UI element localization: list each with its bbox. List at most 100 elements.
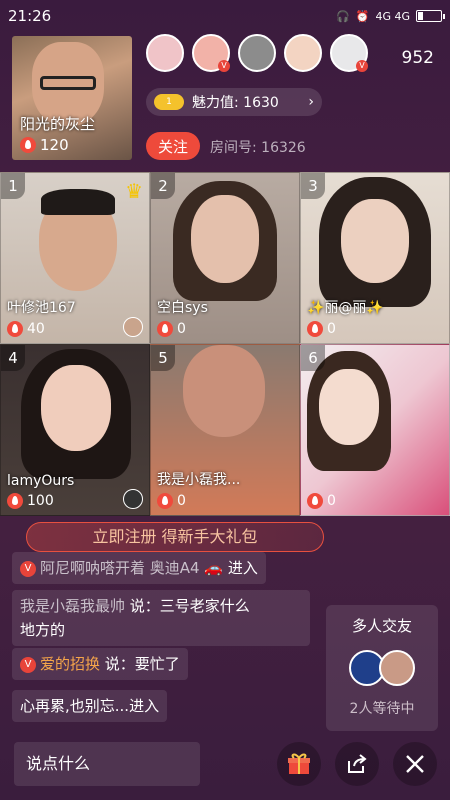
multi-friend-panel[interactable]: 多人交友 2人等待中 bbox=[326, 605, 438, 731]
chat-username[interactable]: 爱的招换 bbox=[40, 655, 100, 673]
guest-name: 叶修池167 bbox=[7, 300, 76, 316]
follow-button[interactable]: 关注 bbox=[146, 132, 200, 160]
fire-icon bbox=[307, 321, 323, 337]
guest-tile[interactable]: 5 我是小磊我... 0 bbox=[150, 344, 300, 516]
chat-message: 我是小磊我最帅 说：三号老家什么 地方的 bbox=[12, 590, 310, 646]
chat-username[interactable]: 我是小磊我最帅 bbox=[20, 597, 125, 615]
vip-badge-icon: V bbox=[356, 60, 368, 72]
waiting-avatars bbox=[326, 650, 438, 686]
fire-icon bbox=[20, 137, 36, 153]
guest-heat-value: 0 bbox=[177, 493, 186, 509]
viewer-avatar[interactable] bbox=[284, 34, 322, 72]
guest-heat: 0 bbox=[157, 493, 186, 509]
tile-number: 2 bbox=[151, 173, 175, 199]
host-heat: 120 bbox=[20, 136, 69, 154]
guest-name: 我是小磊我... bbox=[157, 472, 241, 488]
guest-tile[interactable]: 4 lamyOurs 100 bbox=[0, 344, 150, 516]
host-video-card[interactable]: 阳光的灰尘 120 bbox=[12, 36, 132, 160]
guest-mini-avatar[interactable] bbox=[123, 317, 143, 337]
fire-icon bbox=[157, 321, 173, 337]
fire-icon bbox=[7, 493, 23, 509]
chat-message: 心再累,也别忘...进入 bbox=[12, 690, 168, 722]
guest-video-grid: 1 ♛ 叶修池167 40 2 空白sys 0 3 ✨丽@丽✨ 0 4 lamy… bbox=[0, 172, 450, 516]
battery-icon bbox=[416, 10, 445, 22]
vip-badge-icon: V bbox=[218, 60, 230, 72]
guest-face-image bbox=[183, 345, 265, 437]
guest-name: ✨丽@丽✨ bbox=[307, 300, 384, 316]
guest-tile[interactable]: 3 ✨丽@丽✨ 0 bbox=[300, 172, 450, 344]
fire-icon bbox=[7, 321, 23, 337]
tile-number: 5 bbox=[151, 345, 175, 371]
chat-text: 说：三号老家什么 bbox=[125, 597, 250, 615]
guest-face-image bbox=[319, 369, 379, 445]
chevron-right-icon: › bbox=[308, 94, 314, 110]
host-glasses-shape bbox=[40, 76, 96, 90]
viewer-count[interactable]: 952 bbox=[402, 48, 434, 68]
tile-number: 6 bbox=[301, 345, 325, 371]
crown-icon: ♛ bbox=[125, 179, 143, 203]
tile-number: 4 bbox=[1, 345, 25, 371]
guest-tile[interactable]: 1 ♛ 叶修池167 40 bbox=[0, 172, 150, 344]
guest-heat-value: 0 bbox=[327, 493, 336, 509]
chat-text: 进入 bbox=[227, 559, 258, 577]
status-icons: 🎧 ⏰ 4G 4G bbox=[336, 9, 445, 23]
share-icon bbox=[348, 754, 367, 773]
tile-number: 3 bbox=[301, 173, 325, 199]
guest-heat: 0 bbox=[307, 321, 336, 337]
register-banner[interactable]: 立即注册 得新手大礼包 bbox=[26, 522, 324, 552]
chat-text-continued: 地方的 bbox=[20, 621, 66, 639]
fire-icon bbox=[157, 493, 173, 509]
vip-badge-icon: V bbox=[20, 560, 36, 577]
share-button[interactable] bbox=[335, 742, 379, 786]
guest-face-image bbox=[41, 365, 111, 451]
fire-icon bbox=[307, 493, 323, 509]
close-icon bbox=[406, 755, 424, 773]
tile-number: 1 bbox=[1, 173, 25, 199]
waiting-avatar bbox=[379, 650, 415, 686]
chat-message: V 爱的招换 说：要忙了 bbox=[12, 648, 188, 680]
vip-badge-icon: V bbox=[20, 656, 36, 673]
chat-text: 心再累,也别忘...进入 bbox=[20, 697, 160, 715]
headphones-icon: 🎧 bbox=[336, 9, 350, 23]
charm-level-icon: 1 bbox=[154, 94, 184, 110]
chat-input[interactable]: 说点什么 bbox=[14, 742, 200, 786]
close-button[interactable] bbox=[393, 742, 437, 786]
guest-face-image bbox=[341, 199, 409, 283]
guest-mini-avatar[interactable] bbox=[123, 489, 143, 509]
alarm-icon: ⏰ bbox=[355, 9, 370, 23]
guest-face-image bbox=[191, 195, 259, 283]
guest-heat: 100 bbox=[7, 493, 54, 509]
viewer-avatar[interactable]: V bbox=[192, 34, 230, 72]
network-indicator: 4G 4G bbox=[375, 9, 410, 23]
viewer-avatar[interactable] bbox=[146, 34, 184, 72]
waiting-count: 2人等待中 bbox=[349, 701, 415, 717]
chat-message: V 阿尼啊呐嗒开着 奥迪A4 🚗 进入 bbox=[12, 552, 266, 584]
viewer-avatar[interactable] bbox=[238, 34, 276, 72]
viewer-avatar[interactable]: V bbox=[330, 34, 368, 72]
multi-friend-title: 多人交友 bbox=[351, 617, 412, 635]
chat-username[interactable]: 阿尼啊呐嗒开着 奥迪A4 bbox=[40, 559, 200, 577]
guest-name: lamyOurs bbox=[7, 473, 75, 489]
guest-heat: 0 bbox=[157, 321, 186, 337]
status-time: 21:26 bbox=[8, 7, 52, 25]
charm-label: 魅力值: 1630 bbox=[192, 95, 279, 111]
host-heat-value: 120 bbox=[40, 136, 69, 154]
status-bar: 21:26 🎧 ⏰ 4G 4G bbox=[0, 0, 450, 32]
room-number: 房间号: 16326 bbox=[210, 140, 306, 156]
host-name: 阳光的灰尘 bbox=[20, 115, 96, 133]
guest-name: 空白sys bbox=[157, 300, 208, 316]
guest-tile[interactable]: 6 0 bbox=[300, 344, 450, 516]
car-icon: 🚗 bbox=[204, 559, 224, 577]
chat-text: 说：要忙了 bbox=[100, 655, 180, 673]
guest-heat-value: 0 bbox=[177, 321, 186, 337]
guest-heat-value: 40 bbox=[27, 321, 45, 337]
charm-value-pill[interactable]: 1 魅力值: 1630 › bbox=[146, 88, 322, 116]
viewer-avatar-list: V V bbox=[146, 34, 368, 72]
guest-tile[interactable]: 2 空白sys 0 bbox=[150, 172, 300, 344]
guest-heat-value: 100 bbox=[27, 493, 54, 509]
guest-hair-shape bbox=[41, 189, 115, 215]
guest-heat: 0 bbox=[307, 493, 336, 509]
guest-heat-value: 0 bbox=[327, 321, 336, 337]
gift-button[interactable] bbox=[277, 742, 321, 786]
gift-icon bbox=[288, 753, 310, 774]
